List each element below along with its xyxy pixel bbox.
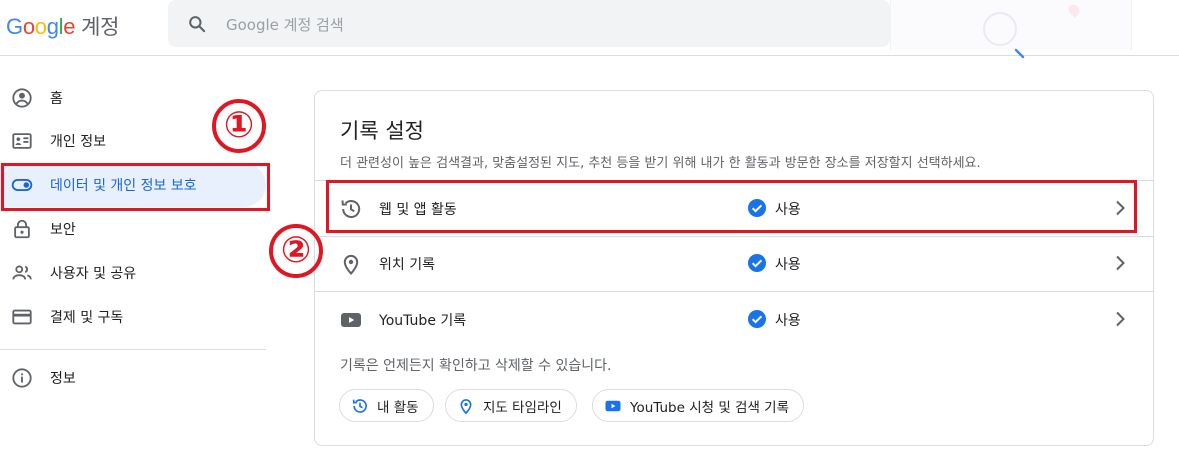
highlight-box-web-app-activity <box>326 180 1137 233</box>
app-name: 계정 <box>81 15 120 39</box>
chip-label: YouTube 시청 및 검색 기록 <box>630 399 790 416</box>
sidebar-divider <box>0 349 266 350</box>
account-circle-icon <box>12 88 32 108</box>
youtube-icon <box>605 400 621 411</box>
card-title: 기록 설정 <box>340 119 424 143</box>
history-icon <box>352 398 367 413</box>
logo-letter-g1: G <box>6 14 23 39</box>
row-status: 사용 <box>775 313 801 329</box>
magnifier-illustration-icon <box>983 12 1017 46</box>
logo-letter-g2: g <box>46 14 59 39</box>
search-bar[interactable]: Google 계정 검색 <box>168 0 890 47</box>
step-marker-1: ① <box>212 99 266 153</box>
id-card-icon <box>12 133 32 149</box>
youtube-history-chip[interactable]: YouTube 시청 및 검색 기록 <box>592 389 805 422</box>
google-account-logo[interactable]: Google 계정 <box>6 11 120 41</box>
search-input[interactable]: Google 계정 검색 <box>226 14 344 35</box>
top-bar: Google 계정 Google 계정 검색 <box>0 0 1179 59</box>
logo-letter-o1: o <box>22 14 35 39</box>
youtube-icon <box>341 313 361 327</box>
my-activity-chip[interactable]: 내 활동 <box>339 389 434 422</box>
sidebar-item-label: 정보 <box>50 371 76 387</box>
row-location-history[interactable]: 위치 기록 사용 <box>315 236 1153 291</box>
sidebar-item-label: 사용자 및 공유 <box>50 266 137 282</box>
info-icon <box>12 368 32 388</box>
location-pin-icon <box>343 254 359 275</box>
location-pin-icon <box>460 398 472 414</box>
logo-letter-e: e <box>63 14 76 39</box>
chip-label: 내 활동 <box>377 399 419 416</box>
credit-card-icon <box>12 309 32 325</box>
chip-label: 지도 타임라인 <box>483 399 562 416</box>
sidebar-item-label: 홈 <box>50 91 63 107</box>
search-icon[interactable] <box>187 14 207 34</box>
footer-note: 기록은 언제든지 확인하고 삭제할 수 있습니다. <box>340 358 612 374</box>
magnifier-handle-icon <box>1014 48 1025 59</box>
maps-timeline-chip[interactable]: 지도 타임라인 <box>445 389 577 422</box>
people-icon <box>12 265 32 280</box>
row-label: YouTube 기록 <box>379 313 467 329</box>
row-youtube-history[interactable]: YouTube 기록 사용 <box>315 292 1153 347</box>
check-circle-icon <box>748 254 766 272</box>
card-description: 더 관련성이 높은 검색결과, 맞춤설정된 지도, 추천 등을 받기 위해 내가… <box>340 156 981 171</box>
check-circle-icon <box>748 310 766 328</box>
sidebar-item-label: 결제 및 구독 <box>50 310 124 326</box>
sidebar-item-label: 개인 정보 <box>50 134 106 150</box>
highlight-box-sidebar <box>1 163 270 211</box>
history-settings-card: 기록 설정 더 관련성이 높은 검색결과, 맞춤설정된 지도, 추천 등을 받기… <box>314 90 1154 446</box>
chevron-right-icon[interactable] <box>1108 251 1132 275</box>
header-illustration <box>890 0 1132 50</box>
logo-letter-o2: o <box>34 14 47 39</box>
step-marker-2: ② <box>269 224 323 278</box>
chevron-right-icon[interactable] <box>1108 307 1132 331</box>
lock-icon <box>14 219 30 239</box>
pin-illustration-icon <box>1066 2 1082 18</box>
row-label: 위치 기록 <box>379 257 435 273</box>
row-status: 사용 <box>775 257 801 273</box>
sidebar-item-label: 보안 <box>50 222 76 238</box>
